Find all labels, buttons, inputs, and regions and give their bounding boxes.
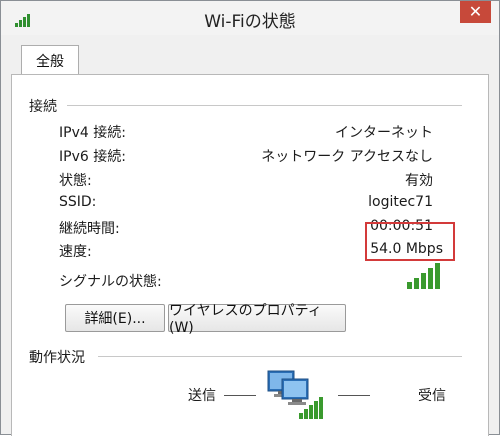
details-button[interactable]: 詳細(E)... [65,304,165,332]
sent-line [224,395,256,396]
signal-strength-icon [407,263,440,289]
speed-highlight-box [365,222,455,261]
tab-general[interactable]: 全般 [21,45,79,75]
connection-divider [67,105,462,106]
received-label: 受信 [418,388,446,404]
ssid-label: SSID: [59,194,97,210]
window-title: Wi-Fiの状態 [204,12,296,32]
received-line [338,395,370,396]
tab-bar: 全般 [11,45,489,75]
connection-group-label: 接続 [29,99,57,115]
close-icon: ✕ [468,2,483,21]
activity-divider [98,356,462,357]
state-label: 状態: [59,173,92,189]
title-bar: Wi-Fiの状態 ✕ [1,1,499,35]
ipv4-label: IPv4 接続: [59,125,126,141]
ipv6-value: ネットワーク アクセスなし [261,149,433,165]
ssid-value: logitec71 [368,194,433,210]
speed-label: 速度: [59,244,92,260]
duration-label: 継続時間: [59,221,120,237]
ipv6-label: IPv6 接続: [59,149,126,165]
network-computers-icon [267,370,323,419]
ipv4-value: インターネット [335,125,433,141]
sent-label: 送信 [188,388,216,404]
close-button[interactable]: ✕ [460,1,491,23]
activity-group-label: 動作状況 [29,350,85,366]
wifi-status-window: Wi-Fiの状態 ✕ 全般 接続 IPv4 接続: インターネット IPv6 接… [0,0,500,436]
wireless-properties-button[interactable]: ワイヤレスのプロパティ(W) [168,303,346,336]
signal-quality-label: シグナルの状態: [59,274,162,290]
state-value: 有効 [405,173,433,189]
